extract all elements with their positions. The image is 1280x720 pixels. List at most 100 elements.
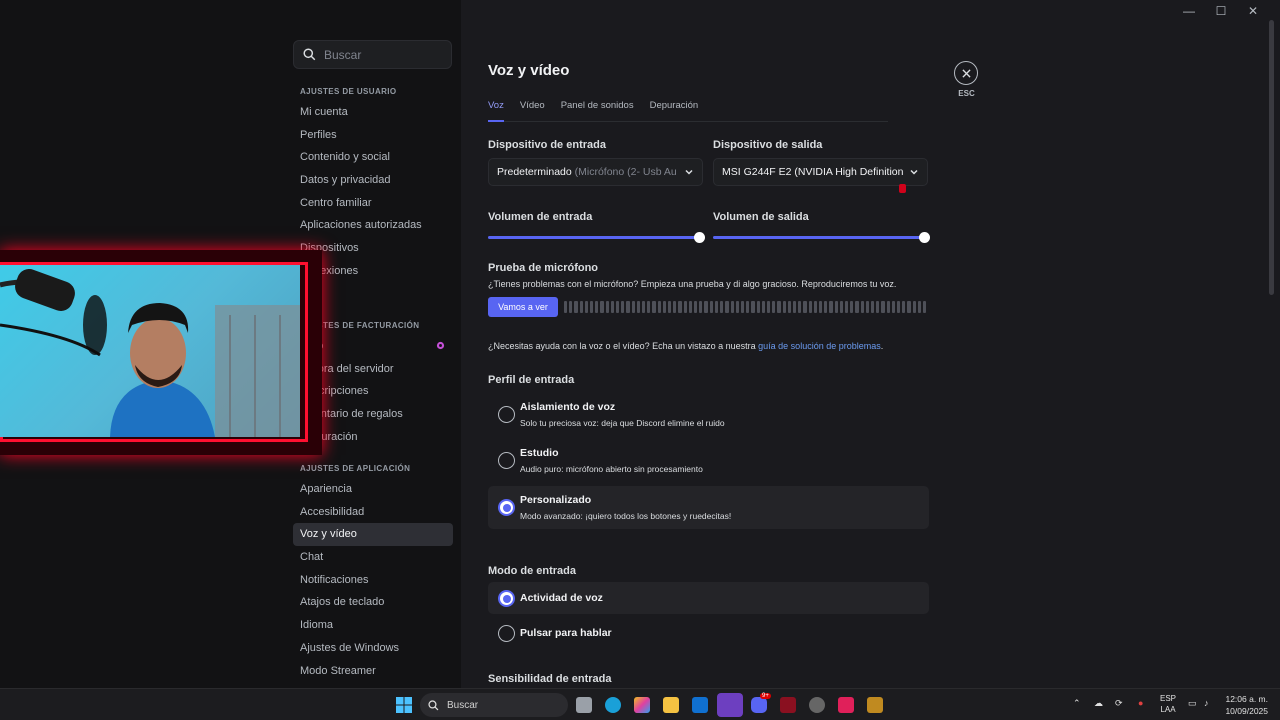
app-icon[interactable] — [867, 697, 883, 713]
sync-icon[interactable]: ⟳ — [1115, 698, 1123, 709]
meter-bar — [865, 301, 869, 313]
edge-icon[interactable] — [605, 697, 621, 713]
app-icon[interactable] — [780, 697, 796, 713]
meter-bar — [756, 301, 760, 313]
search-input[interactable] — [324, 47, 434, 62]
meter-bar — [761, 301, 765, 313]
system-clock[interactable]: 12:06 a. m. 10/09/2025 — [1225, 693, 1268, 717]
mic-test-button[interactable]: Vamos a ver — [488, 297, 558, 317]
copilot-icon[interactable] — [634, 697, 650, 713]
radio-button[interactable] — [498, 406, 515, 423]
nav-item-notificaciones[interactable]: Notificaciones — [293, 569, 453, 592]
meter-bar — [850, 301, 854, 313]
outlook-icon[interactable] — [692, 697, 708, 713]
nav-item-apariencia[interactable]: Apariencia — [293, 478, 453, 501]
chevron-up-icon[interactable]: ⌃ — [1073, 698, 1081, 709]
output-device-label: Dispositivo de salida — [713, 139, 823, 151]
close-window-button[interactable]: ✕ — [1246, 4, 1260, 18]
meter-bar — [870, 301, 875, 313]
slider-thumb[interactable] — [694, 232, 705, 243]
nav-item-atajos-teclado[interactable]: Atajos de teclado — [293, 591, 453, 614]
profile-option-estudio[interactable]: Estudio Audio puro: micrófono abierto si… — [488, 440, 929, 482]
meter-bar — [740, 301, 745, 313]
radio-button[interactable] — [498, 625, 515, 642]
tab-video[interactable]: Vídeo — [520, 100, 545, 122]
tiktok-icon[interactable] — [838, 697, 854, 713]
microphone-icon[interactable]: ● — [1138, 698, 1143, 708]
troubleshooting-link[interactable]: guía de solución de problemas — [758, 341, 881, 351]
nav-item-accesibilidad[interactable]: Accesibilidad — [293, 501, 453, 524]
minimize-button[interactable]: — — [1182, 4, 1196, 18]
profile-option-personalizado[interactable]: Personalizado Modo avanzado: ¡quiero tod… — [488, 486, 929, 529]
meter-bar — [855, 301, 859, 313]
close-icon — [961, 68, 971, 78]
nav-item-voz-video[interactable]: Voz y vídeo — [293, 523, 453, 547]
meter-bar — [813, 301, 817, 313]
meter-bar — [631, 301, 635, 313]
nav-item-perfiles[interactable]: Perfiles — [293, 124, 453, 147]
radio-button[interactable] — [498, 499, 515, 516]
meter-bar — [792, 301, 797, 313]
nav-item-contenido-social[interactable]: Contenido y social — [293, 146, 453, 169]
tab-depuracion[interactable]: Depuración — [650, 100, 699, 122]
discord-window: — ☐ ✕ AJUSTES DE USUARIO Mi cuenta Perfi… — [0, 0, 1280, 688]
taskbar-search[interactable]: Buscar — [420, 693, 568, 717]
nav-item-modo-streamer[interactable]: Modo Streamer — [293, 660, 453, 683]
meter-bar — [730, 301, 734, 313]
meter-bar — [824, 301, 828, 313]
scrollbar[interactable] — [1269, 20, 1274, 295]
task-view-icon[interactable] — [576, 697, 592, 713]
tab-panel-sonidos[interactable]: Panel de sonidos — [561, 100, 634, 122]
nav-header: AJUSTES DE APLICACIÓN — [300, 464, 411, 473]
meter-bar — [564, 301, 568, 313]
language-indicator[interactable]: ESP LAA — [1160, 693, 1176, 715]
meter-bar — [616, 301, 620, 313]
radio-button[interactable] — [498, 452, 515, 469]
cloud-icon[interactable]: ☁ — [1094, 698, 1103, 709]
option-title: Pulsar para hablar — [520, 627, 612, 639]
clock-time: 12:06 a. m. — [1225, 694, 1268, 704]
meter-bar — [798, 301, 802, 313]
nav-item-centro-familiar[interactable]: Centro familiar — [293, 192, 453, 215]
windows-start-icon[interactable] — [396, 697, 412, 713]
settings-search[interactable] — [293, 40, 452, 69]
meter-bar — [844, 301, 849, 313]
input-device-select[interactable]: Predeterminado (Micrófono (2- Usb Au — [488, 158, 703, 186]
nav-item-mi-cuenta[interactable]: Mi cuenta — [293, 101, 453, 124]
profile-option-aislamiento[interactable]: Aislamiento de voz Solo tu preciosa voz:… — [488, 394, 929, 436]
meter-bar — [923, 301, 927, 313]
search-icon — [303, 48, 316, 61]
output-device-select[interactable]: MSI G244F E2 (NVIDIA High Definition — [713, 158, 928, 186]
meter-bar — [688, 301, 693, 313]
help-suffix: . — [880, 341, 884, 351]
window-controls: — ☐ ✕ — [1182, 4, 1260, 18]
nav-item-datos-privacidad[interactable]: Datos y privacidad — [293, 169, 453, 192]
slider-thumb[interactable] — [919, 232, 930, 243]
option-title: Aislamiento de voz — [520, 401, 616, 413]
meter-bar — [818, 301, 823, 313]
maximize-button[interactable]: ☐ — [1214, 4, 1228, 18]
search-icon — [428, 699, 439, 710]
discord-icon[interactable] — [751, 697, 767, 713]
nav-item-chat[interactable]: Chat — [293, 546, 453, 569]
option-desc: Modo avanzado: ¡quiero todos los botones… — [520, 511, 732, 521]
app-icon[interactable] — [809, 697, 825, 713]
obs-icon[interactable] — [717, 693, 743, 717]
network-icon[interactable]: ▭ — [1188, 698, 1197, 709]
option-title: Personalizado — [520, 494, 592, 506]
nav-item-idioma[interactable]: Idioma — [293, 614, 453, 637]
mic-test-description: ¿Tienes problemas con el micrófono? Empi… — [488, 279, 897, 289]
mouse-cursor — [899, 184, 906, 193]
close-settings-button[interactable] — [954, 61, 978, 85]
tab-voz[interactable]: Voz — [488, 100, 504, 122]
nav-item-aplicaciones-autorizadas[interactable]: Aplicaciones autorizadas — [293, 214, 453, 237]
radio-button[interactable] — [498, 590, 515, 607]
nav-item-ajustes-windows[interactable]: Ajustes de Windows — [293, 637, 453, 660]
mode-option-actividad-voz[interactable]: Actividad de voz — [488, 582, 929, 614]
volume-icon[interactable]: ♪ — [1204, 698, 1209, 708]
mode-option-pulsar-hablar[interactable]: Pulsar para hablar — [488, 617, 929, 649]
input-volume-slider[interactable] — [488, 232, 705, 244]
output-volume-slider[interactable] — [713, 232, 930, 244]
meter-bar — [595, 301, 599, 313]
file-explorer-icon[interactable] — [663, 697, 679, 713]
